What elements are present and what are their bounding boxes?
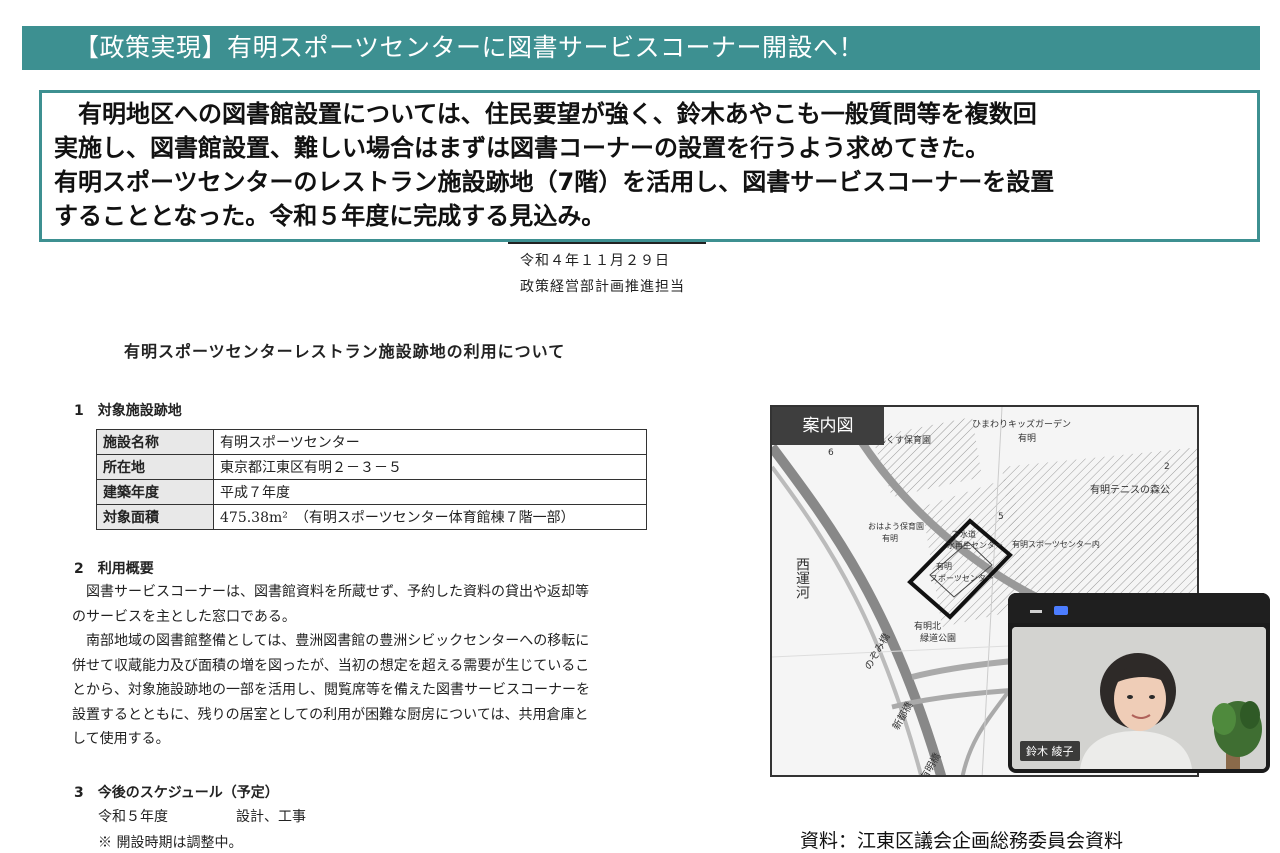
video-toolbar bbox=[1008, 593, 1270, 623]
section-2-paragraph-1: 図書サービスコーナーは、図書館資料を所蔵せず、予約した資料の貸出や返却等 のサー… bbox=[72, 580, 692, 629]
table-key: 対象面積 bbox=[96, 504, 214, 530]
paragraph-line: して使用する。 bbox=[72, 731, 170, 747]
table-row: 施設名称 有明スポーツセンター bbox=[96, 429, 647, 455]
map-label: 案内図 bbox=[772, 407, 884, 445]
map-text-park: 有明北 bbox=[914, 620, 941, 632]
table-row: 対象面積 475.38m² （有明スポーツセンター体育館棟７階一部） bbox=[96, 504, 647, 530]
summary-line-1: 有明地区への図書館設置については、住民要望が強く、鈴木あやこも一般質問等を複数回 bbox=[78, 100, 1037, 128]
table-row: 所在地 東京都江東区有明２－３－５ bbox=[96, 454, 647, 480]
summary-line-3: 有明スポーツセンターのレストラン施設跡地（7階）を活用し、図書サービスコーナーを… bbox=[54, 168, 1055, 196]
map-text-num-6: 6 bbox=[828, 448, 834, 458]
video-tile[interactable]: 鈴木 綾子 bbox=[1008, 593, 1270, 773]
map-text-sewer: 下水道 bbox=[952, 529, 976, 539]
map-text-num-5: 5 bbox=[998, 512, 1004, 522]
map-text-park-2: 緑道公園 bbox=[920, 632, 956, 644]
schedule-task: 設計、工事 bbox=[236, 809, 306, 825]
slide-title: 【政策実現】有明スポーツセンターに図書サービスコーナー開設へ！ bbox=[22, 26, 1260, 70]
section-1-heading: 1 対象施設跡地 bbox=[74, 403, 182, 419]
map-text-canal: 西運河 bbox=[794, 557, 810, 599]
document-date: 令和４年１１月２９日 bbox=[520, 253, 670, 269]
document-top-rule bbox=[508, 242, 706, 244]
table-value: 475.38m² （有明スポーツセンター体育館棟７階一部） bbox=[213, 504, 647, 530]
section-2-heading: 2 利用概要 bbox=[74, 561, 154, 577]
map-text-kids-garden: ひまわりキッズガーデン bbox=[972, 418, 1071, 430]
table-key: 所在地 bbox=[96, 454, 214, 480]
table-key: 施設名称 bbox=[96, 429, 214, 455]
document-title: 有明スポーツセンターレストラン施設跡地の利用について bbox=[124, 342, 566, 361]
map-text-ariake-2: 有明 bbox=[882, 533, 898, 543]
table-value: 有明スポーツセンター bbox=[213, 429, 647, 455]
schedule-year: 令和５年度 bbox=[98, 809, 168, 825]
paragraph-line: のサービスを主とした窓口である。 bbox=[72, 608, 296, 625]
map-text-site-1: 有明 bbox=[936, 561, 952, 571]
map-text-tennis: 有明テニスの森公 bbox=[1090, 483, 1170, 496]
map-text-sports-inner: 有明スポーツセンター内 bbox=[1012, 539, 1100, 549]
paragraph-line: 設置するとともに、残りの居室としての利用が困難な厨房については、共用倉庫と bbox=[72, 706, 589, 723]
slide: 【政策実現】有明スポーツセンターに図書サービスコーナー開設へ！ 有明地区への図書… bbox=[0, 0, 1280, 852]
paragraph-line: とから、対象施設跡地の一部を活用し、閲覧席等を備えた図書サービスコーナーを bbox=[72, 682, 590, 698]
paragraph-line: 併せて収蔵能力及び面積の増を図ったが、当初の想定を超える需要が生じているこ bbox=[72, 657, 590, 674]
table-key: 建築年度 bbox=[96, 479, 214, 505]
section-3-heading: 3 今後のスケジュール（予定） bbox=[74, 785, 279, 801]
map-text-ariake: 有明 bbox=[1018, 432, 1036, 444]
minimize-icon[interactable] bbox=[1030, 610, 1042, 613]
schedule-note: ※ 開設時期は調整中。 bbox=[98, 835, 243, 851]
section-2-paragraph-2: 南部地域の図書館整備としては、豊洲図書館の豊洲シビックセンターへの移転に 併せて… bbox=[72, 629, 692, 752]
paragraph-line: 南部地域の図書館整備としては、豊洲図書館の豊洲シビックセンターへの移転に bbox=[86, 633, 590, 649]
document-department: 政策経営部計画推進担当 bbox=[520, 279, 685, 295]
map-text-num-2: 2 bbox=[1164, 462, 1170, 472]
camera-icon[interactable] bbox=[1054, 606, 1068, 615]
source-caption: 資料：江東区議会企画総務委員会資料 bbox=[800, 830, 1124, 852]
table-row: 建築年度 平成７年度 bbox=[96, 479, 647, 505]
summary-box: 有明地区への図書館設置については、住民要望が強く、鈴木あやこも一般質問等を複数回… bbox=[39, 90, 1260, 242]
participant-video: 鈴木 綾子 bbox=[1012, 627, 1266, 769]
facility-table: 施設名称 有明スポーツセンター 所在地 東京都江東区有明２－３－５ 建築年度 平… bbox=[96, 429, 647, 530]
paragraph-line: 図書サービスコーナーは、図書館資料を所蔵せず、予約した資料の貸出や返却等 bbox=[86, 584, 590, 600]
map-text-ohayo: おはよう保育園 bbox=[868, 521, 924, 531]
table-value: 東京都江東区有明２－３－５ bbox=[213, 454, 647, 480]
map-text-site-2: スポーツセンター bbox=[930, 574, 994, 583]
table-value: 平成７年度 bbox=[213, 479, 647, 505]
map-text-water-center: 水再生センター bbox=[947, 540, 1003, 550]
participant-name: 鈴木 綾子 bbox=[1020, 741, 1080, 761]
summary-line-2: 実施し、図書館設置、難しい場合はまずは図書コーナーの設置を行うよう求めてきた。 bbox=[54, 134, 990, 162]
summary-line-4: することとなった。令和５年度に完成する見込み。 bbox=[54, 202, 606, 230]
